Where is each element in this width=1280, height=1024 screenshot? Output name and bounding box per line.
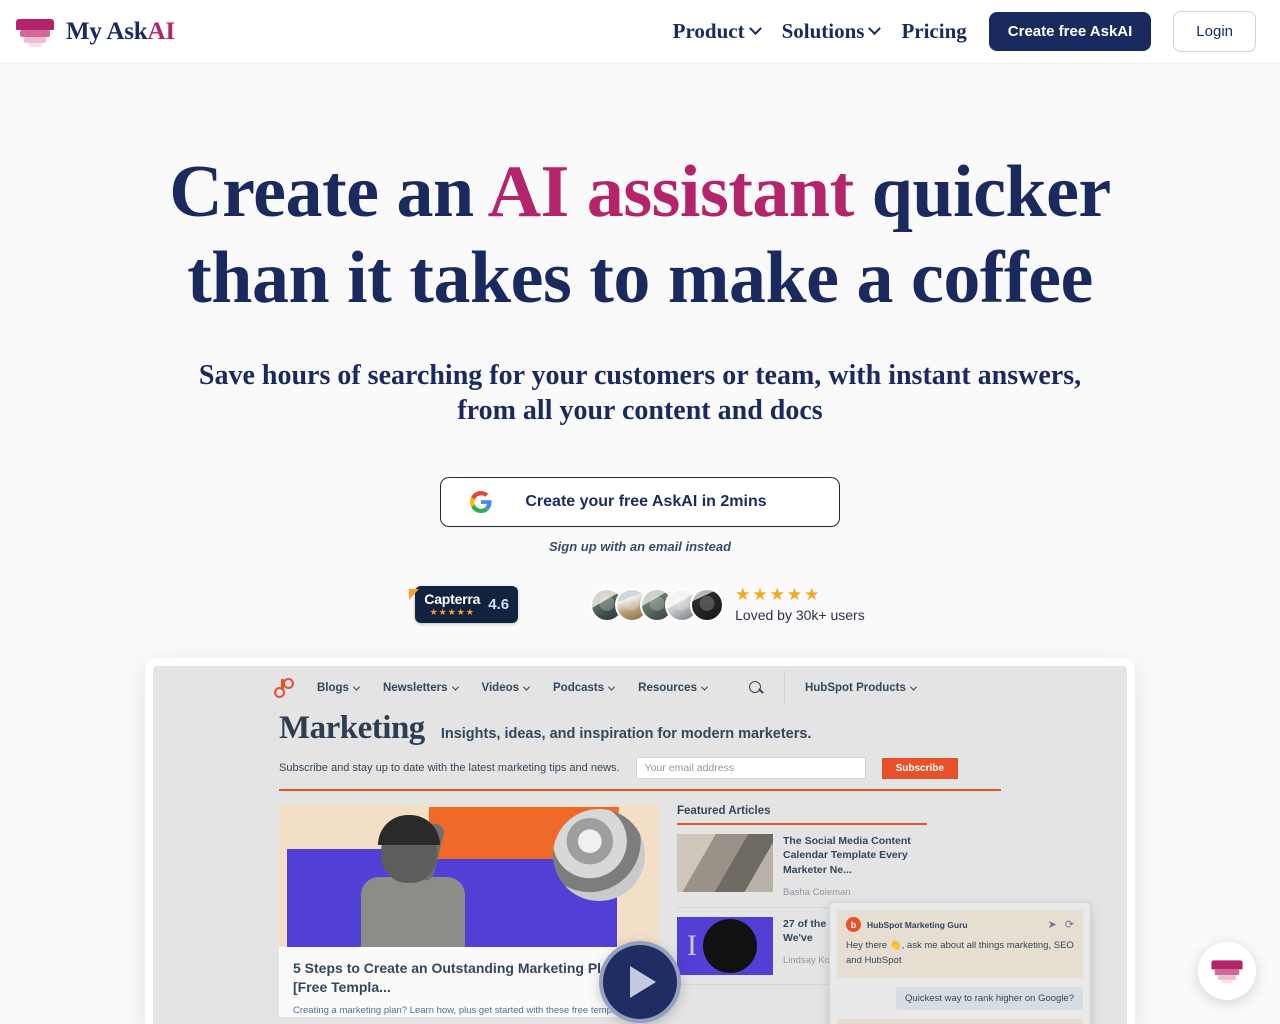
- share-icon[interactable]: ➤: [1048, 918, 1057, 931]
- google-signup-button[interactable]: Create your free AskAI in 2mins: [440, 477, 840, 528]
- capterra-score: 4.6: [488, 595, 510, 613]
- demo-nav-label: HubSpot Products: [804, 682, 906, 695]
- user-social-proof: ★★★★★ Loved by 30k+ users: [590, 586, 865, 623]
- demo-nav-label: Podcasts: [553, 682, 605, 695]
- brand-name-accent: AI: [147, 17, 175, 45]
- nav-item-pricing-label: Pricing: [901, 19, 967, 43]
- subheadline-line2: from all your content and docs: [457, 395, 823, 427]
- headline-highlight: AI assistant: [487, 151, 855, 233]
- chevron-down-icon: [608, 683, 616, 691]
- chat-bot-reply: To rank higher on Google, the quickest w…: [837, 1018, 1083, 1024]
- rating-stars: ★★★★★: [735, 585, 822, 605]
- play-icon: [630, 966, 656, 999]
- nav-item-product[interactable]: Product: [672, 19, 762, 44]
- demo-featured-item[interactable]: The Social Media Content Calendar Templa…: [677, 825, 927, 908]
- chevron-down-icon: [352, 683, 360, 691]
- demo-masthead: Marketing Insights, ideas, and inspirati…: [153, 710, 1127, 780]
- headline-part2: quicker: [853, 151, 1112, 233]
- hero-subheadline: Save hours of searching for your custome…: [0, 358, 1280, 430]
- google-signup-label: Create your free AskAI in 2mins: [525, 493, 767, 511]
- top-navigation-bar: My AskAI Product Solutions Pricing Creat…: [0, 0, 1280, 64]
- brand-name-primary: My Ask: [66, 17, 148, 45]
- google-g-icon: [470, 491, 492, 514]
- nav-links-group: Product Solutions Pricing Create free As…: [673, 11, 1256, 52]
- demo-nav-item-products[interactable]: HubSpot Products: [804, 682, 917, 695]
- headline-line2: than it takes to make a coffee: [187, 236, 1093, 319]
- avatar-group: [590, 587, 725, 622]
- nav-item-product-label: Product: [672, 19, 745, 43]
- demo-nav-label: Resources: [638, 682, 697, 695]
- social-proof-row: Capterra ★★★★★ 4.6 ★★★★★ Loved by 30k+ u…: [0, 586, 1280, 624]
- search-icon[interactable]: [748, 680, 764, 696]
- demo-nav-label: Videos: [481, 682, 520, 695]
- demo-masthead-title: Marketing: [279, 710, 425, 747]
- capterra-name: Capterra: [424, 591, 481, 608]
- capterra-stars: ★★★★★: [429, 607, 475, 618]
- chat-bot-greeting-bubble: b HubSpot Marketing Guru ➤ ⟳ Hey there 👋…: [837, 910, 1083, 978]
- demo-featured-author: Basha Coleman: [783, 886, 851, 898]
- funnel-logo-icon: [16, 17, 54, 47]
- hubspot-sprocket-icon: [271, 678, 294, 699]
- demo-site-navigation: Blogs Newsletters Videos Podcasts Resour…: [153, 666, 1127, 711]
- nav-item-pricing[interactable]: Pricing: [901, 19, 966, 44]
- cta-group: Create your free AskAI in 2mins Sign up …: [0, 477, 1280, 554]
- capterra-flag-icon: [409, 589, 420, 601]
- demo-subscribe-button[interactable]: Subscribe: [881, 757, 958, 779]
- hero-section: Create an AI assistant quicker than it t…: [0, 64, 1280, 624]
- product-demo-frame: Blogs Newsletters Videos Podcasts Resour…: [145, 658, 1135, 1024]
- chat-bot-name: HubSpot Marketing Guru: [867, 919, 968, 930]
- nav-item-solutions[interactable]: Solutions: [781, 19, 882, 44]
- demo-nav-label: Newsletters: [382, 682, 448, 695]
- refresh-icon[interactable]: ⟳: [1065, 918, 1074, 931]
- demo-email-input[interactable]: Your email address: [635, 757, 866, 780]
- play-video-button[interactable]: [599, 941, 681, 1024]
- rating-text-group: ★★★★★ Loved by 30k+ users: [735, 586, 865, 623]
- demo-nav-item-newsletters[interactable]: Newsletters: [382, 682, 459, 695]
- loved-by-label: Loved by 30k+ users: [735, 607, 865, 624]
- chevron-down-icon: [748, 22, 762, 36]
- divider: [783, 671, 785, 706]
- create-free-askai-button[interactable]: Create free AskAI: [988, 12, 1152, 51]
- email-signup-link[interactable]: Sign up with an email instead: [549, 539, 731, 554]
- chevron-down-icon: [700, 683, 709, 691]
- headline-part1: Create an: [169, 151, 488, 233]
- demo-nav-item-resources[interactable]: Resources: [638, 682, 709, 695]
- chat-launcher-button[interactable]: [1198, 942, 1256, 1000]
- chevron-down-icon: [451, 683, 459, 691]
- chevron-down-icon: [909, 683, 917, 691]
- funnel-logo-icon: [1211, 959, 1243, 984]
- chat-greeting-text: Hey there 👋, ask me about all things mar…: [846, 940, 1074, 967]
- demo-featured-heading: Featured Articles: [677, 805, 771, 818]
- avatar: [690, 587, 725, 622]
- subheadline-line1: Save hours of searching for your custome…: [198, 359, 1082, 391]
- demo-masthead-tagline: Insights, ideas, and inspiration for mod…: [440, 726, 812, 743]
- chevron-down-icon: [868, 22, 882, 36]
- demo-nav-item-blogs[interactable]: Blogs: [317, 682, 360, 695]
- capterra-badge[interactable]: Capterra ★★★★★ 4.6: [409, 586, 519, 624]
- demo-subscribe-text: Subscribe and stay up to date with the l…: [279, 762, 620, 775]
- brand-name: My AskAI: [66, 18, 175, 46]
- demo-nav-item-videos[interactable]: Videos: [481, 682, 531, 695]
- chevron-down-icon: [522, 683, 531, 691]
- hubspot-avatar-icon: b: [846, 917, 861, 933]
- demo-chat-widget[interactable]: b HubSpot Marketing Guru ➤ ⟳ Hey there 👋…: [829, 902, 1091, 1024]
- page-title: Create an AI assistant quicker than it t…: [0, 150, 1280, 322]
- demo-featured-thumbnail: [677, 916, 773, 975]
- nav-item-solutions-label: Solutions: [781, 19, 865, 43]
- demo-featured-title: The Social Media Content Calendar Templa…: [783, 835, 911, 876]
- demo-nav-label: Blogs: [317, 682, 349, 695]
- demo-nav-item-podcasts[interactable]: Podcasts: [553, 682, 616, 695]
- demo-featured-thumbnail: [677, 834, 773, 893]
- demo-article-image: [279, 805, 659, 948]
- login-button[interactable]: Login: [1173, 11, 1256, 52]
- chat-user-message: Quickest way to rank higher on Google?: [896, 986, 1083, 1010]
- brand-logo[interactable]: My AskAI: [16, 17, 175, 47]
